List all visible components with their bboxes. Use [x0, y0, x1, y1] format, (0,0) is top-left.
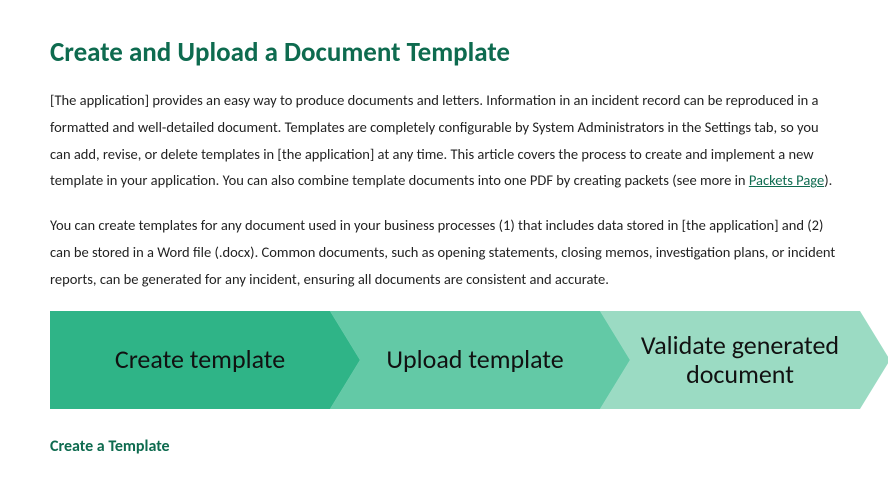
intro-paragraph-1-pre: [The application] provides an easy way t…	[50, 91, 819, 189]
process-flow-diagram: Create template Upload template Validate…	[50, 311, 838, 409]
intro-paragraph-2: You can create templates for any documen…	[50, 212, 838, 292]
page-title: Create and Upload a Document Template	[50, 36, 838, 69]
flow-step-1: Create template	[50, 311, 360, 409]
section-heading-create-template: Create a Template	[50, 437, 838, 456]
intro-paragraph-1: [The application] provides an easy way t…	[50, 87, 838, 194]
flow-step-3-label: Validate generated document	[600, 331, 888, 388]
flow-step-2: Upload template	[330, 311, 630, 409]
flow-step-1-label: Create template	[50, 345, 360, 374]
intro-paragraph-1-post: ).	[824, 171, 832, 189]
flow-step-3: Validate generated document	[600, 311, 888, 409]
packets-page-link[interactable]: Packets Page	[749, 171, 824, 189]
flow-step-2-label: Upload template	[330, 345, 630, 374]
